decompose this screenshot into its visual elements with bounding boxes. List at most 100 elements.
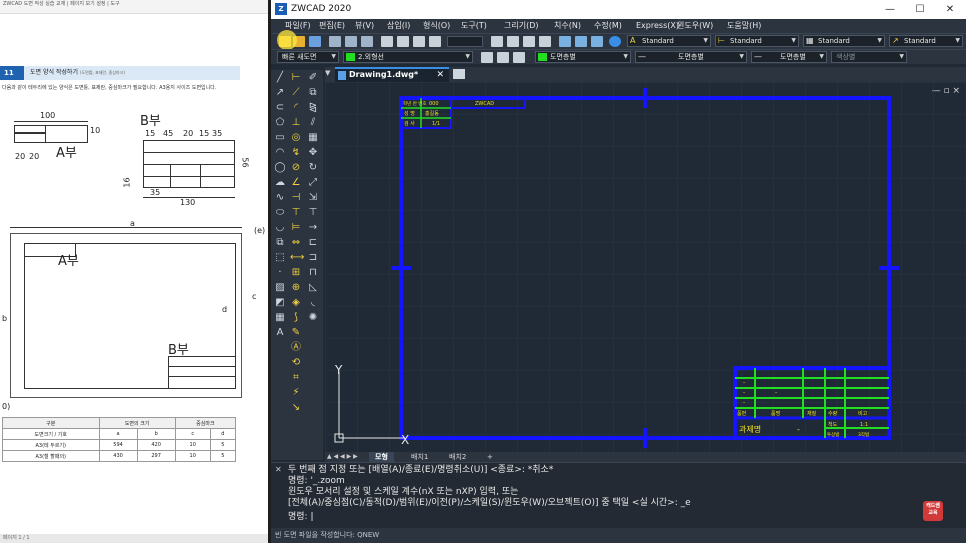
region-icon[interactable]: ◩ <box>274 297 286 309</box>
center-mark-icon[interactable]: ⊕ <box>290 282 302 294</box>
dim-override-icon[interactable]: ⚡ <box>290 387 302 399</box>
dim-style-select[interactable]: ⊢ Standard ▼ <box>715 35 799 47</box>
new-tab-icon[interactable] <box>453 69 465 79</box>
menu-help[interactable]: 도움말(H) <box>727 19 761 33</box>
match-properties-icon[interactable] <box>429 36 441 47</box>
print-icon[interactable] <box>329 36 341 47</box>
dim-aligned-icon[interactable]: ⟋ <box>290 87 302 99</box>
offset-icon[interactable]: ⫽ <box>307 117 319 129</box>
close-button[interactable]: ✕ <box>939 2 961 17</box>
lineweight-select[interactable]: — 도면층별 ▼ <box>751 51 827 63</box>
dim-arc-icon[interactable]: ◜ <box>290 102 302 114</box>
erase-icon[interactable]: ✐ <box>307 72 319 84</box>
menu-draw[interactable]: 그리기(D) <box>504 19 538 33</box>
inspection-icon[interactable]: ◈ <box>290 297 302 309</box>
hatch-icon[interactable]: ▨ <box>274 282 286 294</box>
polyline-icon[interactable]: ⊂ <box>274 102 286 114</box>
rectangle-icon[interactable]: ▭ <box>274 132 286 144</box>
menu-tools[interactable]: 도구(T) <box>461 19 487 33</box>
linetype-select[interactable]: — 도면층별 ▼ <box>635 51 747 63</box>
dim-diameter-icon[interactable]: ⊘ <box>290 162 302 174</box>
explode-icon[interactable]: ✺ <box>307 312 319 324</box>
maximize-button[interactable]: ☐ <box>909 2 931 17</box>
add-layout-tab[interactable]: + <box>481 452 499 462</box>
spline-icon[interactable]: ∿ <box>274 192 286 204</box>
insert-block-icon[interactable]: ⧉ <box>274 237 286 249</box>
multileader-style-select[interactable]: ↗ Standard ▼ <box>889 35 963 47</box>
jogged-linear-icon[interactable]: ⟆ <box>290 312 302 324</box>
trim-icon[interactable]: ⊤ <box>307 207 319 219</box>
dim-text-edit-icon[interactable]: Ⓐ <box>290 342 302 354</box>
ray-icon[interactable]: ↗ <box>274 87 286 99</box>
fillet-icon[interactable]: ◟ <box>307 297 319 309</box>
mtext-icon[interactable]: A <box>274 327 286 339</box>
copy-object-icon[interactable]: ⧉ <box>307 87 319 99</box>
break-icon[interactable]: ⊐ <box>307 252 319 264</box>
point-icon[interactable]: · <box>274 267 286 279</box>
leader-icon[interactable]: ↘ <box>290 402 302 414</box>
zoom-previous-icon[interactable] <box>539 36 551 47</box>
dim-style-manager-icon[interactable]: ⌗ <box>290 372 302 384</box>
command-prompt[interactable]: 명령: | <box>288 512 314 523</box>
menu-window[interactable]: 윈도우(W) <box>677 19 713 33</box>
join-icon[interactable]: ⊓ <box>307 267 319 279</box>
arc-icon[interactable]: ◠ <box>274 147 286 159</box>
zoom-realtime-icon[interactable] <box>507 36 519 47</box>
dim-angular-icon[interactable]: ∠ <box>290 177 302 189</box>
dim-ordinate-icon[interactable]: ⊥ <box>290 117 302 129</box>
zoom-window-icon[interactable] <box>523 36 535 47</box>
menu-insert[interactable]: 삽입(I) <box>387 19 410 33</box>
dim-continue-icon[interactable]: ⊨ <box>290 222 302 234</box>
tool-palette-icon[interactable] <box>591 36 603 47</box>
chamfer-icon[interactable]: ◺ <box>307 282 319 294</box>
ellipse-icon[interactable]: ⬭ <box>274 207 286 219</box>
stretch-icon[interactable]: ⇲ <box>307 192 319 204</box>
menu-format[interactable]: 형식(O) <box>423 19 450 33</box>
dim-break-icon[interactable]: ⟷ <box>290 252 304 264</box>
table-style-select[interactable]: ▦ Standard ▼ <box>803 35 885 47</box>
menu-view[interactable]: 뷰(V) <box>355 19 374 33</box>
extend-icon[interactable]: → <box>307 222 319 234</box>
line-icon[interactable]: ╱ <box>274 72 286 84</box>
tab-model[interactable]: 모형 <box>369 452 394 462</box>
tab-drawing1[interactable]: Drawing1.dwg* ✕ <box>335 67 449 82</box>
circle-icon[interactable]: ◯ <box>274 162 286 174</box>
layer-manager-icon[interactable] <box>513 52 525 63</box>
menu-edit[interactable]: 편집(E) <box>319 19 345 33</box>
dim-radius-icon[interactable]: ◎ <box>290 132 302 144</box>
tolerance-icon[interactable]: ⊞ <box>290 267 302 279</box>
make-block-icon[interactable]: ⬚ <box>274 252 286 264</box>
move-icon[interactable]: ✥ <box>307 147 319 159</box>
dim-update-icon[interactable]: ⟲ <box>290 357 302 369</box>
revcloud-icon[interactable]: ☁ <box>274 177 286 189</box>
layer-previous-icon[interactable] <box>497 52 509 63</box>
scale-icon[interactable]: ⤢ <box>307 177 319 189</box>
polygon-icon[interactable]: ⬠ <box>274 117 286 129</box>
menu-express[interactable]: Express(X) <box>636 19 679 33</box>
plotstyle-select[interactable]: 색상별 ▼ <box>831 51 907 63</box>
mirror-icon[interactable]: ⧎ <box>307 102 319 114</box>
close-panel-icon[interactable]: ✕ <box>275 465 282 474</box>
publish-icon[interactable] <box>361 36 373 47</box>
array-icon[interactable]: ▦ <box>307 132 319 144</box>
command-window[interactable]: ✕ 두 번째 점 지정 또는 [배열(A)/종료(E)/명령취소(U)] <종료… <box>271 462 966 528</box>
rotate-icon[interactable]: ↻ <box>307 162 319 174</box>
dim-jogged-icon[interactable]: ↯ <box>290 147 302 159</box>
tab-layout2[interactable]: 배치2 <box>443 452 472 462</box>
tab-list-icon[interactable]: ▼ <box>325 69 330 77</box>
quick-dim-icon[interactable]: ⊣ <box>290 192 302 204</box>
dim-space-icon[interactable]: ⇔ <box>290 237 302 249</box>
layout-nav-icon[interactable]: ▲ ◀ ◀ ▶ ▶ <box>327 452 358 462</box>
dim-linear-icon[interactable]: ⊢ <box>290 72 302 84</box>
close-tab-icon[interactable]: ✕ <box>436 69 444 81</box>
cut-icon[interactable] <box>381 36 393 47</box>
help-icon[interactable] <box>609 36 621 47</box>
menu-modify[interactable]: 수정(M) <box>594 19 622 33</box>
break-at-point-icon[interactable]: ⊏ <box>307 237 319 249</box>
properties-icon[interactable] <box>559 36 571 47</box>
undo-dropdown[interactable] <box>447 36 483 47</box>
pan-icon[interactable] <box>491 36 503 47</box>
copy-icon[interactable] <box>397 36 409 47</box>
quick-new-select[interactable]: 빠른 새도면 ▼ <box>277 51 339 63</box>
ellipse-arc-icon[interactable]: ◡ <box>274 222 286 234</box>
